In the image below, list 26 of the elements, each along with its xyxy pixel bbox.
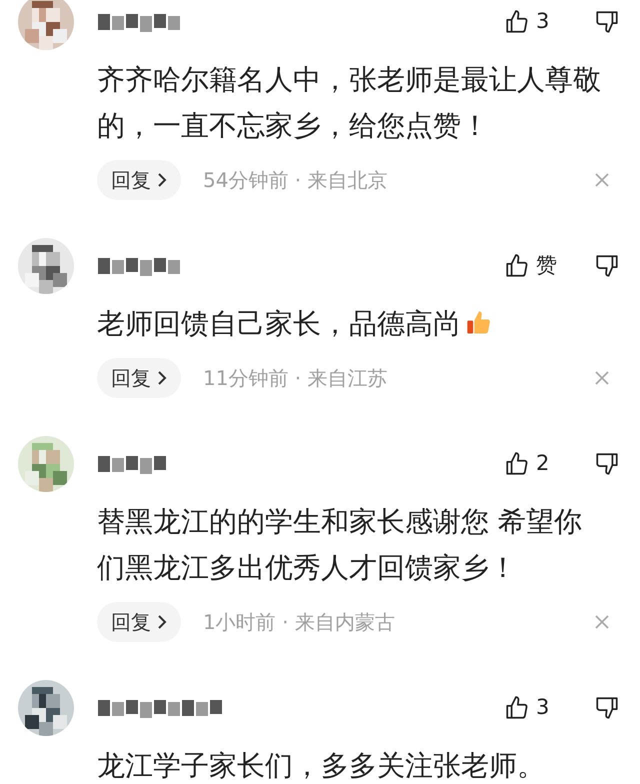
comment-text: 老师回馈自己家长，品德高尚 (97, 301, 609, 347)
comment-meta: 54分钟前 · 来自北京 (203, 167, 389, 194)
comment-text: 龙江学子家长们，多多关注张老师。 (97, 748, 546, 784)
chevron-right-icon (157, 370, 167, 386)
like-count: 3 (536, 694, 550, 722)
blurred-username (97, 454, 167, 474)
chevron-right-icon (157, 172, 167, 188)
comment-meta: 11分钟前 · 来自江苏 (203, 365, 389, 392)
comment-text: 齐齐哈尔籍名人中，张老师是最让人尊敬的，一直不忘家乡，给您点赞！ (97, 62, 602, 144)
like-count: 2 (536, 450, 550, 478)
thumbs-down-icon[interactable] (594, 695, 620, 721)
like-count: 赞 (536, 252, 558, 280)
comment-text: 替黑龙江的的学生和家长感谢您 希望你们黑龙江多出优秀人才回馈家乡！ (97, 504, 583, 586)
thumbs-down-icon[interactable] (594, 451, 620, 477)
reply-button[interactable]: 回复 (97, 358, 181, 398)
like-count: 3 (536, 8, 550, 36)
thumbs-down-icon[interactable] (594, 253, 620, 279)
thumbs-up-icon[interactable] (504, 9, 530, 35)
thumbs-up-icon[interactable] (504, 451, 530, 477)
comment-meta: 1小时前 · 来自内蒙古 (203, 609, 396, 636)
thumbs-up-icon[interactable] (504, 253, 530, 279)
chevron-right-icon (157, 614, 167, 630)
reply-button[interactable]: 回复 (97, 602, 181, 642)
thumbs-up-icon[interactable] (504, 695, 530, 721)
reply-button[interactable]: 回复 (97, 160, 181, 200)
thumbs-down-icon[interactable] (594, 9, 620, 35)
